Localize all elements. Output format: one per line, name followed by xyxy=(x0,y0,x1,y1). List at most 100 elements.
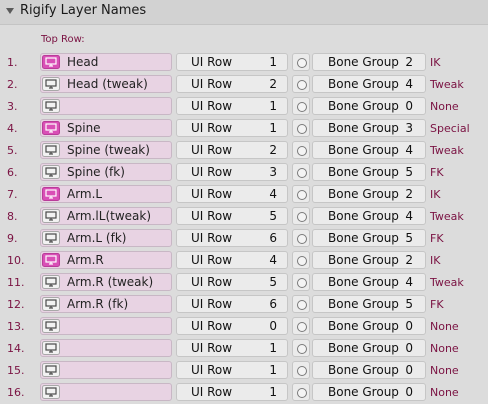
bone-group-field[interactable]: Bone Group 4 xyxy=(312,141,426,159)
radio-circle-icon xyxy=(297,190,307,200)
bone-group-field[interactable]: Bone Group 4 xyxy=(312,207,426,225)
bone-group-field[interactable]: Bone Group 2 xyxy=(312,185,426,203)
monitor-icon[interactable] xyxy=(42,209,60,223)
monitor-icon[interactable] xyxy=(42,143,60,157)
ui-row-label: UI Row xyxy=(191,99,233,113)
layer-name-field[interactable]: Head (tweak) xyxy=(40,75,172,93)
bone-group-field[interactable]: Bone Group 5 xyxy=(312,229,426,247)
bone-group-field[interactable]: Bone Group 3 xyxy=(312,119,426,137)
ui-row-field[interactable]: UI Row 2 xyxy=(176,75,288,93)
bone-group-field[interactable]: Bone Group 4 xyxy=(312,75,426,93)
bone-group-field[interactable]: Bone Group 4 xyxy=(312,273,426,291)
monitor-icon[interactable] xyxy=(42,187,60,201)
monitor-icon[interactable] xyxy=(42,165,60,179)
ui-row-field[interactable]: UI Row 6 xyxy=(176,295,288,313)
layer-name-text: Arm.R (tweak) xyxy=(67,275,154,289)
monitor-icon[interactable] xyxy=(42,253,60,267)
panel-header[interactable]: Rigify Layer Names xyxy=(0,0,488,25)
bone-group-field[interactable]: Bone Group 0 xyxy=(312,97,426,115)
ui-row-field[interactable]: UI Row 1 xyxy=(176,97,288,115)
layer-name-field[interactable]: Arm.lL(tweak) xyxy=(40,207,172,225)
triangle-down-icon[interactable] xyxy=(6,8,14,14)
layer-name-field[interactable] xyxy=(40,317,172,335)
ui-row-value: 4 xyxy=(269,187,277,201)
ui-row-field[interactable]: UI Row 0 xyxy=(176,317,288,335)
layer-name-field[interactable]: Head xyxy=(40,53,172,71)
layer-name-field[interactable] xyxy=(40,383,172,401)
bone-group-value: 0 xyxy=(405,363,413,377)
layer-name-field[interactable] xyxy=(40,97,172,115)
ui-row-field[interactable]: UI Row 1 xyxy=(176,383,288,401)
radio-toggle[interactable] xyxy=(292,163,310,181)
ui-row-field[interactable]: UI Row 3 xyxy=(176,163,288,181)
bone-group-field[interactable]: Bone Group 0 xyxy=(312,317,426,335)
bone-group-field[interactable]: Bone Group 0 xyxy=(312,361,426,379)
ui-row-field[interactable]: UI Row 4 xyxy=(176,185,288,203)
layer-name-field[interactable]: Arm.R xyxy=(40,251,172,269)
bone-group-field[interactable]: Bone Group 2 xyxy=(312,53,426,71)
monitor-icon[interactable] xyxy=(42,363,60,377)
layer-row: 11. Arm.R (tweak) UI Row 5 Bone Group 4 Tweak xyxy=(0,272,488,294)
bone-group-field[interactable]: Bone Group 0 xyxy=(312,339,426,357)
ui-row-value: 1 xyxy=(269,363,277,377)
layer-name-field[interactable]: Arm.R (fk) xyxy=(40,295,172,313)
ui-row-field[interactable]: UI Row 5 xyxy=(176,273,288,291)
radio-toggle[interactable] xyxy=(292,119,310,137)
layer-name-field[interactable] xyxy=(40,339,172,357)
radio-toggle[interactable] xyxy=(292,53,310,71)
layer-name-field[interactable]: Spine (fk) xyxy=(40,163,172,181)
layer-name-field[interactable]: Spine xyxy=(40,119,172,137)
layer-name-field[interactable]: Arm.L (fk) xyxy=(40,229,172,247)
bone-group-field[interactable]: Bone Group 5 xyxy=(312,163,426,181)
radio-toggle[interactable] xyxy=(292,97,310,115)
radio-toggle[interactable] xyxy=(292,207,310,225)
radio-toggle[interactable] xyxy=(292,361,310,379)
bone-group-field[interactable]: Bone Group 5 xyxy=(312,295,426,313)
ui-row-label: UI Row xyxy=(191,187,233,201)
bone-group-field[interactable]: Bone Group 2 xyxy=(312,251,426,269)
layer-name-text: Head (tweak) xyxy=(67,77,148,91)
ui-row-field[interactable]: UI Row 5 xyxy=(176,207,288,225)
bone-group-value: 2 xyxy=(405,55,413,69)
monitor-icon[interactable] xyxy=(42,121,60,135)
radio-toggle[interactable] xyxy=(292,141,310,159)
ui-row-field[interactable]: UI Row 1 xyxy=(176,339,288,357)
radio-toggle[interactable] xyxy=(292,339,310,357)
monitor-icon[interactable] xyxy=(42,231,60,245)
monitor-icon[interactable] xyxy=(42,275,60,289)
layer-name-field[interactable] xyxy=(40,361,172,379)
layer-name-field[interactable]: Spine (tweak) xyxy=(40,141,172,159)
bone-group-label: Bone Group xyxy=(328,99,399,113)
ui-row-field[interactable]: UI Row 2 xyxy=(176,141,288,159)
ui-row-value: 5 xyxy=(269,275,277,289)
radio-toggle[interactable] xyxy=(292,295,310,313)
ui-row-field[interactable]: UI Row 1 xyxy=(176,119,288,137)
layer-name-field[interactable]: Arm.R (tweak) xyxy=(40,273,172,291)
monitor-icon[interactable] xyxy=(42,297,60,311)
radio-toggle[interactable] xyxy=(292,251,310,269)
monitor-icon[interactable] xyxy=(42,341,60,355)
monitor-icon[interactable] xyxy=(42,55,60,69)
layer-name-text: Spine (fk) xyxy=(67,165,125,179)
monitor-icon[interactable] xyxy=(42,99,60,113)
ui-row-field[interactable]: UI Row 4 xyxy=(176,251,288,269)
radio-toggle[interactable] xyxy=(292,317,310,335)
ui-row-field[interactable]: UI Row 6 xyxy=(176,229,288,247)
row-index: 5. xyxy=(7,144,18,157)
bone-group-label: Bone Group xyxy=(328,165,399,179)
bone-group-label: Bone Group xyxy=(328,341,399,355)
monitor-icon[interactable] xyxy=(42,77,60,91)
layer-name-field[interactable]: Arm.L xyxy=(40,185,172,203)
radio-toggle[interactable] xyxy=(292,229,310,247)
monitor-icon[interactable] xyxy=(42,385,60,399)
radio-toggle[interactable] xyxy=(292,185,310,203)
row-index: 13. xyxy=(7,320,25,333)
bone-group-label: Bone Group xyxy=(328,77,399,91)
ui-row-field[interactable]: UI Row 1 xyxy=(176,361,288,379)
ui-row-field[interactable]: UI Row 1 xyxy=(176,53,288,71)
radio-toggle[interactable] xyxy=(292,75,310,93)
monitor-icon[interactable] xyxy=(42,319,60,333)
radio-toggle[interactable] xyxy=(292,383,310,401)
bone-group-field[interactable]: Bone Group 0 xyxy=(312,383,426,401)
radio-toggle[interactable] xyxy=(292,273,310,291)
